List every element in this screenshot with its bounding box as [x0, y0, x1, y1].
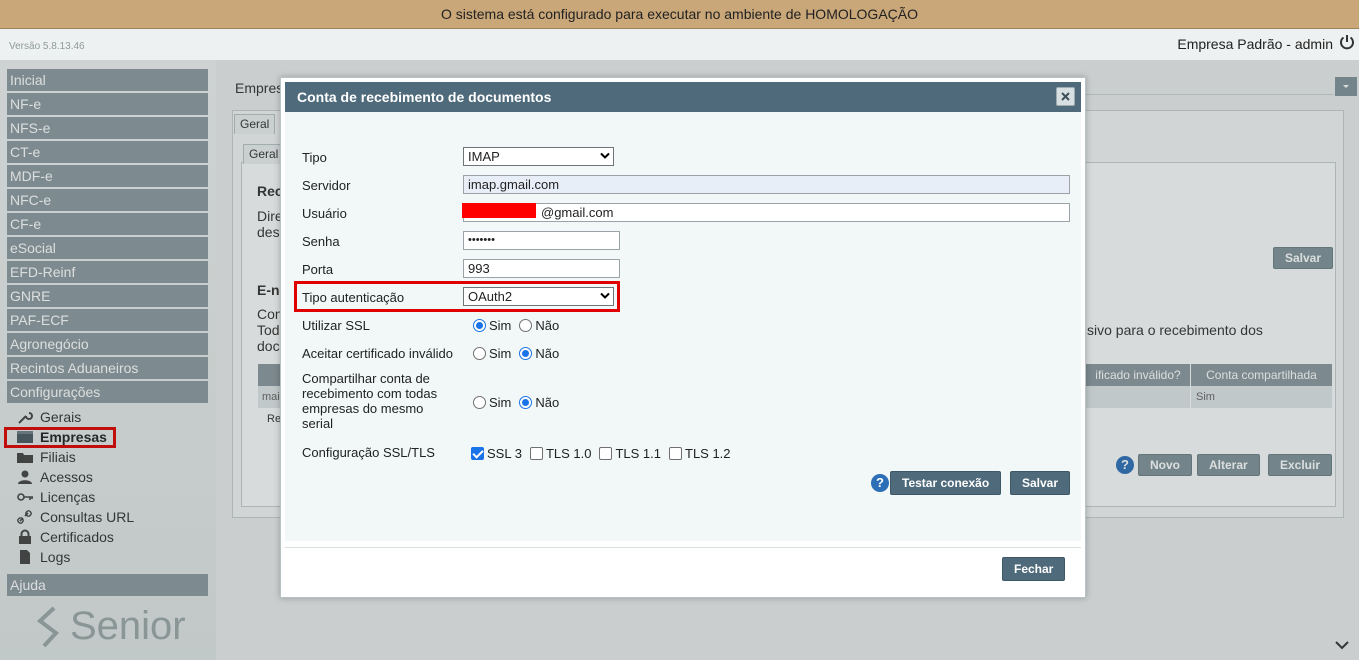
- usuario-label: Usuário: [302, 206, 347, 221]
- help-icon[interactable]: ?: [871, 474, 889, 492]
- redacted-username: [462, 203, 536, 218]
- power-icon[interactable]: [1339, 34, 1355, 50]
- tls11-checkbox[interactable]: [599, 447, 613, 460]
- version-label: Versão 5.8.13.46: [9, 41, 85, 52]
- radio-label: Não: [535, 318, 560, 333]
- testar-conexao-button[interactable]: Testar conexão: [890, 471, 1002, 495]
- ssl3-checkbox[interactable]: [471, 447, 484, 460]
- compartilhar-label: Compartilhar conta de recebimento com to…: [302, 371, 438, 431]
- ssl-sim-radio[interactable]: [473, 319, 486, 332]
- dialog-body: Tipo IMAP Servidor imap.gmail.com Usuári…: [285, 112, 1081, 541]
- close-icon: [1061, 92, 1070, 101]
- chevron-down-icon: [600, 152, 610, 159]
- radio-label: Sim: [489, 346, 512, 361]
- tls10-checkbox[interactable]: [529, 447, 543, 460]
- aceitar-sim-radio[interactable]: [473, 347, 486, 360]
- ssl-nao-radio[interactable]: [519, 319, 533, 332]
- checkbox-label: TLS 1.0: [545, 446, 592, 461]
- compartilhar-sim-radio[interactable]: [473, 396, 486, 409]
- conta-recebimento-dialog: Conta de recebimento de documentos Tipo …: [280, 77, 1086, 598]
- modal-salvar-button[interactable]: Salvar: [1010, 471, 1071, 495]
- senha-input[interactable]: •••••••: [463, 231, 620, 250]
- porta-input[interactable]: 993: [463, 259, 620, 278]
- dialog-title: Conta de recebimento de documentos: [285, 82, 1081, 112]
- checkbox-label: TLS 1.2: [685, 446, 731, 461]
- compartilhar-nao-radio[interactable]: [519, 396, 533, 409]
- tipo-value: IMAP: [468, 149, 500, 164]
- user-company-label: Empresa Padrão - admin: [1177, 36, 1333, 52]
- radio-label: Não: [535, 395, 560, 410]
- aceitar-certificado-label: Aceitar certificado inválido: [302, 346, 454, 361]
- tls12-checkbox[interactable]: [669, 447, 682, 460]
- utilizar-ssl-radio-group: Sim Não: [473, 318, 564, 333]
- dialog-title-text: Conta de recebimento de documentos: [297, 89, 552, 105]
- fechar-button[interactable]: Fechar: [1002, 557, 1066, 581]
- ssl-tls-checkbox-group: SSL 3 TLS 1.0 TLS 1.1 TLS 1.2: [471, 446, 736, 461]
- close-button[interactable]: [1056, 87, 1075, 106]
- highlight-tipo-autenticacao-box: [294, 281, 620, 312]
- radio-label: Não: [535, 346, 560, 361]
- usuario-input[interactable]: @gmail.com: [463, 203, 1070, 222]
- servidor-label: Servidor: [302, 178, 351, 193]
- aceitar-nao-radio[interactable]: [519, 347, 533, 360]
- environment-banner: O sistema está configurado para executar…: [0, 0, 1359, 29]
- checkbox-label: SSL 3: [487, 446, 522, 461]
- tipo-select[interactable]: IMAP: [463, 147, 614, 166]
- senha-label: Senha: [302, 234, 340, 249]
- radio-label: Sim: [489, 318, 512, 333]
- utilizar-ssl-label: Utilizar SSL: [302, 318, 370, 333]
- checkbox-label: TLS 1.1: [615, 446, 661, 461]
- dialog-footer-separator: [285, 547, 1081, 548]
- porta-label: Porta: [302, 262, 334, 277]
- servidor-input[interactable]: imap.gmail.com: [463, 175, 1070, 194]
- tipo-label: Tipo: [302, 150, 327, 165]
- config-ssl-tls-label: Configuração SSL/TLS: [302, 445, 435, 460]
- compartilhar-radio-group: Sim Não: [473, 395, 564, 410]
- radio-label: Sim: [489, 395, 512, 410]
- aceitar-certificado-radio-group: Sim Não: [473, 346, 564, 361]
- header-bar: Versão 5.8.13.46 Empresa Padrão - admin: [0, 29, 1359, 60]
